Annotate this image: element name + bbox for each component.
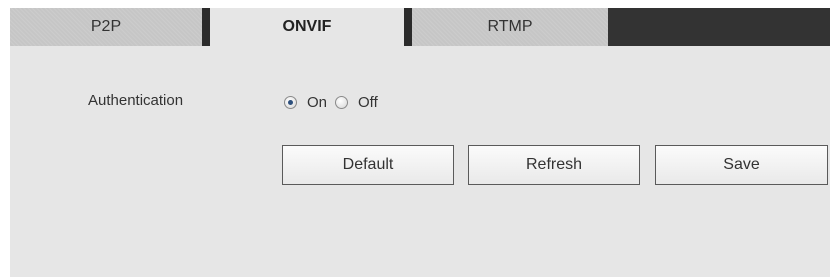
authentication-on-radio[interactable] xyxy=(284,95,297,109)
tab-bar: P2P ONVIF RTMP xyxy=(10,8,830,46)
authentication-label: Authentication xyxy=(88,92,184,109)
authentication-off-label[interactable]: Off xyxy=(358,94,378,111)
tab-bar-filler xyxy=(608,8,830,46)
default-button[interactable]: Default xyxy=(282,145,454,185)
tab-p2p[interactable]: P2P xyxy=(10,8,202,46)
tab-separator xyxy=(404,8,412,46)
refresh-button[interactable]: Refresh xyxy=(468,145,640,185)
authentication-off-radio[interactable] xyxy=(335,95,349,109)
authentication-on-label[interactable]: On xyxy=(307,94,327,111)
tab-separator xyxy=(202,8,210,46)
tab-rtmp[interactable]: RTMP xyxy=(412,8,608,46)
onvif-settings-panel: P2P ONVIF RTMP Authentication On Off Def… xyxy=(10,8,830,277)
authentication-radio-group: On Off xyxy=(284,92,386,112)
tab-onvif[interactable]: ONVIF xyxy=(210,8,404,46)
save-button[interactable]: Save xyxy=(655,145,828,185)
